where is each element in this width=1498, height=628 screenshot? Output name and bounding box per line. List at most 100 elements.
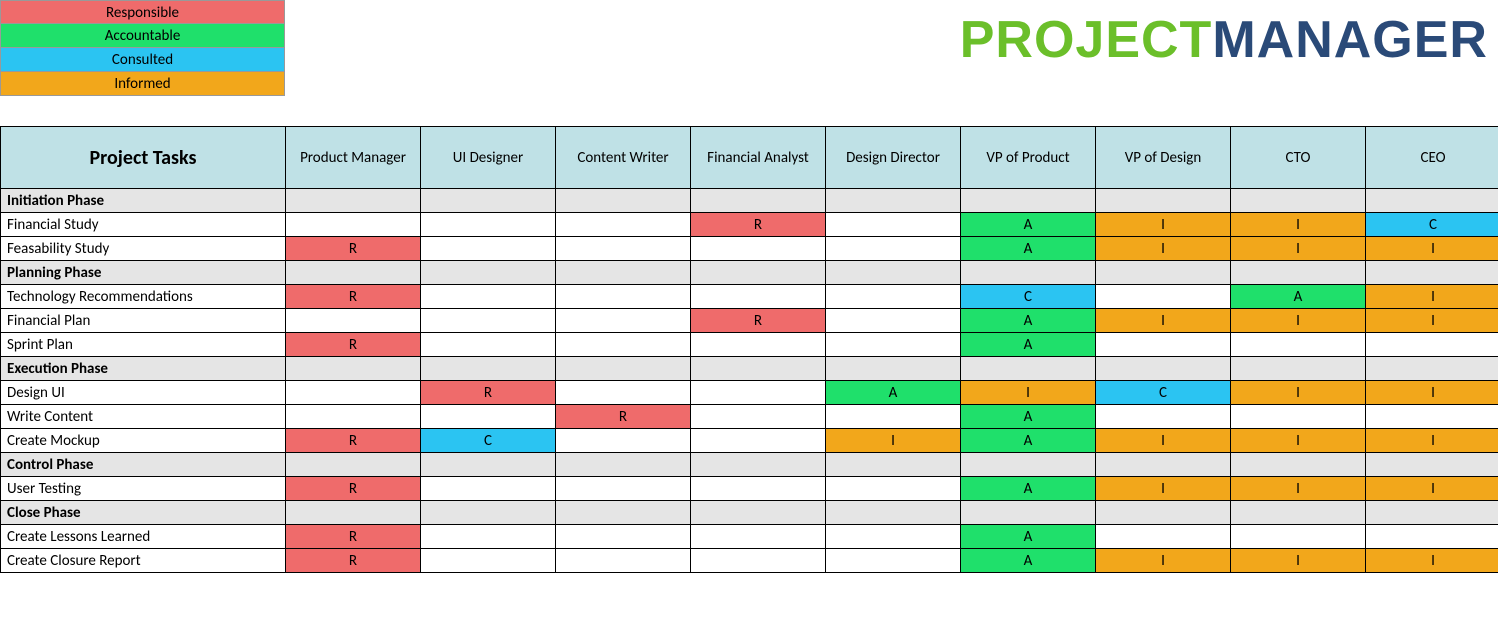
raci-cell: [1096, 405, 1231, 429]
raci-cell: [1231, 525, 1366, 549]
phase-empty-cell: [286, 453, 421, 477]
raci-cell: [421, 333, 556, 357]
raci-cell: [556, 525, 691, 549]
phase-empty-cell: [1231, 453, 1366, 477]
raci-cell: I: [1366, 429, 1498, 453]
raci-cell: A: [961, 429, 1096, 453]
raci-cell: R: [286, 525, 421, 549]
task-label: Sprint Plan: [1, 333, 286, 357]
raci-cell: [691, 525, 826, 549]
phase-empty-cell: [826, 261, 961, 285]
phase-label: Execution Phase: [1, 357, 286, 381]
task-row: Financial StudyRAIIC: [1, 213, 1498, 237]
raci-cell: R: [286, 237, 421, 261]
raci-cell: I: [1231, 381, 1366, 405]
raci-cell: [556, 477, 691, 501]
phase-empty-cell: [286, 501, 421, 525]
raci-cell: [826, 333, 961, 357]
raci-cell: R: [286, 285, 421, 309]
raci-cell: [421, 477, 556, 501]
raci-cell: [1231, 333, 1366, 357]
raci-cell: R: [691, 309, 826, 333]
raci-cell: C: [421, 429, 556, 453]
phase-empty-cell: [1096, 189, 1231, 213]
raci-cell: [826, 525, 961, 549]
phase-empty-cell: [826, 453, 961, 477]
raci-cell: I: [1096, 549, 1231, 573]
raci-cell: [556, 213, 691, 237]
role-header: VP of Product: [961, 127, 1096, 189]
raci-cell: A: [961, 309, 1096, 333]
header-row: Project Tasks Product Manager UI Designe…: [1, 127, 1498, 189]
phase-label: Control Phase: [1, 453, 286, 477]
raci-cell: A: [1231, 285, 1366, 309]
phase-row: Initiation Phase: [1, 189, 1498, 213]
raci-cell: R: [421, 381, 556, 405]
role-header: CTO: [1231, 127, 1366, 189]
task-row: User TestingRAIII: [1, 477, 1498, 501]
raci-cell: [286, 405, 421, 429]
phase-empty-cell: [421, 501, 556, 525]
brand-logo: PROJECTMANAGER: [960, 10, 1488, 70]
raci-cell: [421, 213, 556, 237]
raci-cell: [421, 405, 556, 429]
phase-empty-cell: [691, 357, 826, 381]
legend-informed: Informed: [0, 72, 285, 96]
raci-cell: [826, 237, 961, 261]
raci-cell: [1366, 405, 1498, 429]
phase-empty-cell: [1231, 261, 1366, 285]
raci-cell: [826, 213, 961, 237]
phase-label: Initiation Phase: [1, 189, 286, 213]
task-row: Financial PlanRAIII: [1, 309, 1498, 333]
raci-cell: [826, 285, 961, 309]
phase-empty-cell: [286, 261, 421, 285]
task-label: Feasability Study: [1, 237, 286, 261]
raci-cell: A: [826, 381, 961, 405]
raci-cell: [286, 309, 421, 333]
phase-empty-cell: [1366, 453, 1498, 477]
raci-cell: I: [1096, 477, 1231, 501]
raci-cell: [421, 525, 556, 549]
raci-cell: A: [961, 525, 1096, 549]
raci-cell: [1366, 525, 1498, 549]
raci-cell: [1096, 285, 1231, 309]
raci-cell: I: [1231, 477, 1366, 501]
raci-cell: I: [1366, 477, 1498, 501]
phase-empty-cell: [1366, 189, 1498, 213]
raci-table: Project Tasks Product Manager UI Designe…: [0, 126, 1498, 573]
raci-cell: R: [286, 549, 421, 573]
phase-empty-cell: [1366, 357, 1498, 381]
raci-cell: R: [691, 213, 826, 237]
task-row: Technology RecommendationsRCAI: [1, 285, 1498, 309]
phase-empty-cell: [826, 189, 961, 213]
raci-cell: C: [1366, 213, 1498, 237]
raci-cell: C: [1096, 381, 1231, 405]
phase-empty-cell: [1231, 357, 1366, 381]
task-row: Create Closure ReportRAIII: [1, 549, 1498, 573]
phase-empty-cell: [826, 357, 961, 381]
task-label: Technology Recommendations: [1, 285, 286, 309]
raci-cell: C: [961, 285, 1096, 309]
legend-accountable: Accountable: [0, 24, 285, 48]
raci-cell: [556, 285, 691, 309]
raci-cell: I: [1096, 429, 1231, 453]
task-row: Design UIRAICII: [1, 381, 1498, 405]
legend-consulted: Consulted: [0, 48, 285, 72]
raci-cell: [691, 405, 826, 429]
legend-responsible: Responsible: [0, 0, 285, 24]
task-label: Financial Study: [1, 213, 286, 237]
raci-cell: [556, 381, 691, 405]
raci-cell: R: [286, 333, 421, 357]
role-header: Content Writer: [556, 127, 691, 189]
phase-empty-cell: [826, 501, 961, 525]
raci-cell: [421, 309, 556, 333]
raci-cell: [826, 549, 961, 573]
raci-cell: I: [1096, 309, 1231, 333]
raci-cell: A: [961, 213, 1096, 237]
raci-cell: [1096, 525, 1231, 549]
phase-empty-cell: [1096, 357, 1231, 381]
phase-empty-cell: [961, 453, 1096, 477]
task-row: Write ContentRA: [1, 405, 1498, 429]
raci-cell: [286, 213, 421, 237]
raci-cell: [556, 549, 691, 573]
